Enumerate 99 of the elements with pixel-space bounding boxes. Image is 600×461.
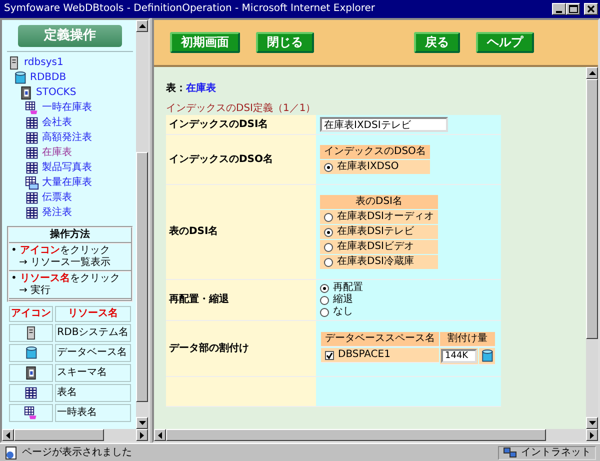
scroll-down-icon[interactable] (586, 417, 598, 429)
help-result: → リソース一覧表示 (18, 256, 112, 269)
help-step: • リソース名 をクリック (11, 272, 129, 285)
column-header: データベーススペース名 (321, 332, 439, 347)
scrollbar-thumb[interactable] (136, 152, 148, 402)
table-stack-icon[interactable] (25, 176, 39, 190)
column-header: 割付け量 (440, 332, 495, 347)
vertical-scrollbar[interactable] (586, 67, 598, 429)
table-icon[interactable] (25, 146, 39, 160)
option-label: 在庫表DSIテレビ (337, 226, 414, 238)
space-name: DBSPACE1 (338, 349, 390, 361)
tree-item[interactable]: STOCKS (36, 87, 76, 100)
table-icon[interactable] (25, 161, 39, 176)
help-step: • アイコンをクリック (11, 244, 129, 257)
legend-label: RDBシステム名 (55, 324, 131, 342)
toolbar-button[interactable]: 初期画面 (170, 32, 240, 53)
close-icon (587, 5, 595, 13)
database-icon[interactable] (480, 349, 494, 363)
column-header: アイコン (9, 306, 54, 322)
database-icon[interactable] (13, 71, 27, 86)
tree-item[interactable]: rdbsys1 (24, 57, 64, 70)
tree-item[interactable]: 伝票表 (42, 192, 72, 204)
toolbar-button[interactable]: 戻る (414, 32, 460, 53)
scroll-left-icon[interactable] (154, 429, 166, 441)
maximize-icon (568, 5, 578, 13)
database-icon (24, 346, 38, 360)
field-label: インデックスのDSO名 (169, 154, 274, 164)
group-header: 表のDSI名 (320, 195, 438, 209)
tree-item[interactable]: 在庫表 (42, 147, 72, 160)
scrollbar-thumb[interactable] (586, 79, 598, 339)
vertical-scrollbar[interactable] (136, 20, 148, 429)
legend-label: 表名 (55, 384, 131, 402)
status-message: ページが表示されました (22, 446, 132, 458)
option-label: なし (333, 306, 353, 318)
zone-label: イントラネット (521, 446, 591, 458)
tree-item[interactable]: 大量在庫表 (42, 177, 92, 190)
horizontal-scrollbar[interactable] (2, 429, 148, 441)
legend-label: 一時表名 (55, 404, 131, 422)
option-label: 在庫表DSI冷蔵庫 (337, 256, 414, 268)
table-label: 表： (166, 83, 186, 95)
help-result: → 実行 (18, 284, 52, 297)
scroll-right-icon[interactable] (136, 429, 148, 441)
server-icon[interactable] (7, 56, 21, 70)
checkbox[interactable] (325, 350, 334, 360)
close-button[interactable] (584, 3, 598, 15)
column-header: リソース名 (55, 306, 131, 322)
scroll-left-icon[interactable] (2, 429, 14, 441)
table-icon[interactable] (25, 116, 39, 130)
scrollbar-thumb[interactable] (14, 429, 104, 441)
table-icon (24, 386, 38, 400)
scroll-up-icon[interactable] (586, 67, 598, 79)
option-label: 在庫表DSIビデオ (337, 241, 414, 253)
legend-label: データベース名 (55, 344, 131, 362)
group-header: インデックスのDSO名 (320, 145, 430, 159)
scroll-up-icon[interactable] (136, 20, 148, 32)
tree-item[interactable]: 高額発注表 (42, 132, 92, 144)
tree-item[interactable]: 会社表 (42, 117, 72, 130)
legend-label: スキーマ名 (55, 364, 131, 382)
toolbar-button[interactable]: ヘルプ (476, 32, 534, 53)
field-label: 表のDSI名 (169, 226, 218, 237)
temp-table-icon (24, 406, 38, 420)
minimize-button[interactable] (552, 3, 566, 15)
option-label: 在庫表IXDSO (337, 161, 399, 173)
radio-button[interactable] (324, 162, 333, 172)
tree-item[interactable]: 発注表 (42, 207, 72, 220)
book-icon[interactable] (19, 86, 33, 100)
maximize-button[interactable] (566, 3, 580, 15)
temp-table-icon[interactable] (25, 101, 39, 116)
radio-button[interactable] (324, 258, 333, 266)
field-label: インデックスのDSI名 (169, 118, 268, 130)
scroll-down-icon[interactable] (136, 417, 148, 429)
table-name-link[interactable]: 在庫表 (186, 83, 216, 95)
network-icon (503, 446, 517, 458)
radio-button[interactable] (324, 228, 333, 236)
field-label: 再配置・縮退 (169, 294, 229, 305)
window-title: Symfoware WebDBtools - DefinitionOperation - Microsoft Internet Explorer (4, 3, 376, 15)
option-label: 在庫表DSIオーディオ (337, 211, 434, 223)
radio-button[interactable] (320, 296, 329, 304)
table-icon[interactable] (25, 131, 39, 146)
section-title: インデックスのDSI定義（1／1） (166, 103, 317, 115)
help-title: 操作方法 (9, 228, 131, 244)
text-field[interactable]: 在庫表IXDSIテレビ (320, 117, 448, 132)
scroll-right-icon[interactable] (586, 429, 598, 441)
book-icon (24, 366, 38, 380)
radio-button[interactable] (320, 284, 329, 292)
option-label: 再配置 (333, 282, 363, 294)
table-icon[interactable] (25, 206, 39, 220)
radio-button[interactable] (320, 308, 329, 316)
tree-item[interactable]: 一時在庫表 (42, 102, 92, 114)
sidebar-header: 定義操作 (18, 25, 122, 47)
tree-item[interactable]: 製品写真表 (42, 162, 92, 174)
field-label: データ部の割付け (169, 342, 249, 354)
toolbar-button[interactable]: 閉じる (256, 32, 314, 53)
option-label: 縮退 (333, 294, 353, 306)
radio-button[interactable] (324, 242, 333, 252)
table-icon[interactable] (25, 191, 39, 206)
radio-button[interactable] (324, 212, 333, 222)
tree-item[interactable]: RDBDB (30, 72, 66, 84)
amount-field[interactable]: 144K (441, 349, 477, 363)
